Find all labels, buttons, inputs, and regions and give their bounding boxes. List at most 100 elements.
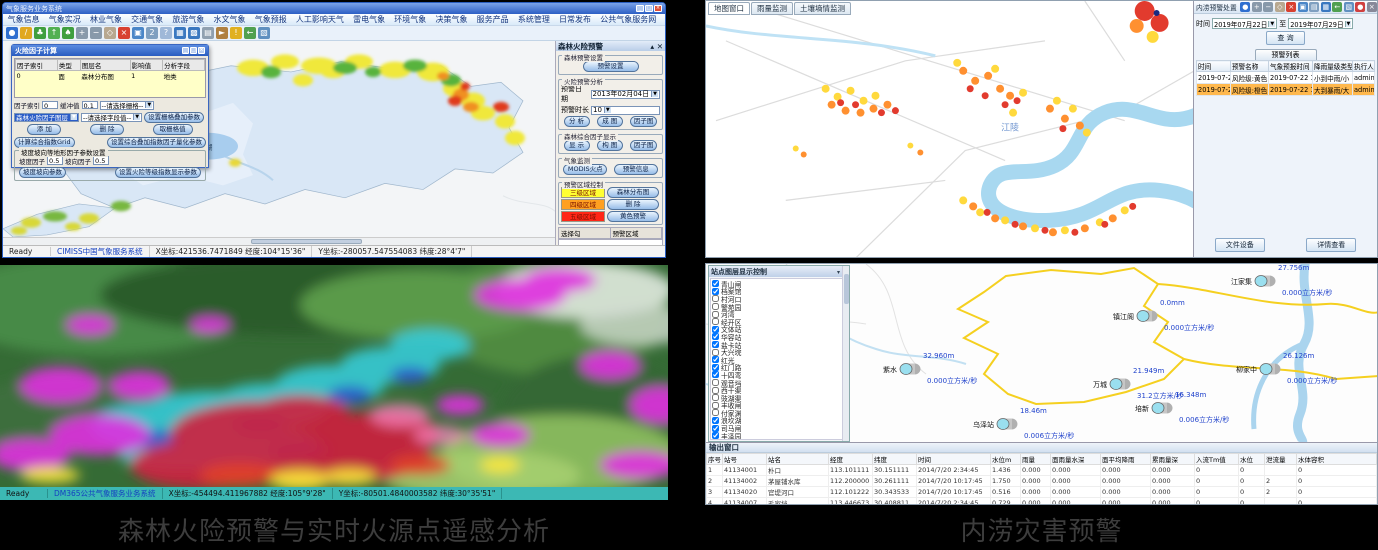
map-edit-icon[interactable]: ▩ [188, 27, 200, 39]
identify-icon[interactable]: ? [160, 27, 172, 39]
panel-collapse-icon[interactable]: ▾ [837, 269, 840, 276]
layer-checkbox[interactable] [712, 409, 719, 416]
field-select[interactable]: --请选择字段值--▼ [81, 113, 142, 122]
zoom-out-icon[interactable]: − [1263, 2, 1273, 12]
warning-row[interactable]: 2019-07-22 1..风险级:黄色..2019-07-22 1..小到中雨… [1197, 72, 1375, 84]
layer-checkbox[interactable] [712, 280, 719, 287]
layer-checkbox[interactable] [712, 333, 719, 340]
menu-item[interactable]: 旅游气象 [168, 14, 209, 26]
warning-date-select[interactable]: 2013年02月04日▼ [591, 90, 661, 99]
menu-item[interactable]: 林业气象 [85, 14, 126, 26]
map-tab[interactable]: 土壤墒情监测 [794, 2, 851, 15]
layer-select[interactable]: 森林火险因子图层▼ [14, 113, 79, 122]
panel-collapse-icon[interactable]: ▴ [650, 42, 654, 51]
menu-item[interactable]: 水文气象 [209, 14, 250, 26]
region-button[interactable]: 森林分布图 [607, 187, 659, 198]
maximize-button[interactable]: □ [645, 5, 653, 12]
add-button[interactable]: 添 加 [27, 124, 61, 135]
map-tab[interactable]: 雨量监测 [751, 2, 793, 15]
layer-checkbox[interactable] [712, 425, 719, 432]
measure-icon[interactable]: / [20, 27, 32, 39]
menu-item[interactable]: 日常发布 [554, 14, 595, 26]
layer-checkbox[interactable] [712, 288, 719, 295]
menu-item[interactable]: 环境气象 [390, 14, 431, 26]
fire-risk-map[interactable]: 长寿湖 [3, 41, 555, 245]
output-row[interactable]: 241134002茅屋铺水库112.20000030.2611112014/7/… [707, 476, 1377, 487]
window-icon[interactable]: ▣ [132, 27, 144, 39]
close-button[interactable]: × [654, 5, 662, 12]
panel-close-icon[interactable]: ✕ [657, 42, 663, 51]
dialog-maximize-button[interactable]: □ [190, 47, 197, 54]
buffer-input[interactable]: 0.1 [82, 101, 98, 110]
factor-table-row[interactable]: 0面森林分布图1地类 [16, 71, 205, 82]
key-icon[interactable]: ! [230, 27, 242, 39]
station-cylinder-icon[interactable] [1259, 363, 1281, 377]
date-to-picker[interactable]: 2019年07月29日▼ [1288, 18, 1353, 29]
page-2-icon[interactable]: 2 [146, 27, 158, 39]
dialog-minimize-button[interactable]: _ [182, 47, 189, 54]
menu-item[interactable]: 决策气象 [431, 14, 472, 26]
print-icon[interactable]: ▤ [202, 27, 214, 39]
menu-item[interactable]: 雷电气象 [349, 14, 390, 26]
analysis-button[interactable]: 成 图 [597, 116, 623, 127]
set-grid-params-button[interactable]: 设置栅格叠加参数 [144, 112, 204, 123]
layer-checkbox[interactable] [712, 341, 719, 348]
output-row[interactable]: 441134007毛家垱113.44667330.4088112014/7/20… [707, 498, 1377, 506]
layer-checkbox[interactable] [712, 432, 719, 439]
set-quant-params-button[interactable]: 设置综合叠加指数因子量化参数 [107, 137, 206, 148]
station-cylinder-icon[interactable] [899, 363, 921, 377]
menu-item[interactable]: 气象预报 [250, 14, 291, 26]
factor-table[interactable]: 因子索引类型图层名影响值分析字段 0面森林分布图1地类 [14, 58, 206, 98]
layer-checkbox[interactable] [712, 356, 719, 363]
pan-icon[interactable]: ◇ [104, 27, 116, 39]
remote-sensing-image[interactable] [0, 265, 668, 487]
page-icon[interactable]: ▤ [1309, 2, 1319, 12]
back-icon[interactable]: ← [1332, 2, 1342, 12]
monitor-button[interactable]: 预警信息 [614, 164, 658, 175]
minimize-button[interactable]: _ [636, 5, 644, 12]
menu-item[interactable]: 气象实况 [44, 14, 85, 26]
zoom-out-icon[interactable]: − [90, 27, 102, 39]
menu-item[interactable]: 系统管理 [513, 14, 554, 26]
forest-up-icon[interactable]: ↑ [48, 27, 60, 39]
station-cylinder-icon[interactable] [1254, 275, 1276, 289]
terrain-params-button[interactable]: 坡度坡向参数 [19, 167, 66, 178]
pan-icon[interactable]: ◇ [1275, 2, 1285, 12]
vehicle-icon[interactable]: ► [216, 27, 228, 39]
delete-icon[interactable]: × [1286, 2, 1296, 12]
station-cylinder-icon[interactable] [1151, 402, 1173, 416]
layer-scrollbar[interactable] [842, 266, 849, 441]
warning-region-list[interactable] [558, 239, 663, 245]
analysis-button[interactable]: 因子图 [630, 116, 658, 127]
factor-display-button[interactable]: 因子图 [630, 140, 658, 151]
region-button[interactable]: 删 除 [607, 199, 659, 210]
query-button[interactable]: 查 询 [1266, 31, 1304, 45]
layer-checkbox[interactable] [712, 326, 719, 333]
dialog-close-button[interactable]: × [198, 47, 205, 54]
map-horizontal-scrollbar[interactable] [3, 237, 555, 245]
forest-select-icon[interactable]: ♠ [62, 27, 74, 39]
get-grid-value-button[interactable]: 取栅格值 [153, 124, 193, 135]
layer-checkbox[interactable] [712, 371, 719, 378]
date-from-picker[interactable]: 2019年07月22日▼ [1212, 18, 1277, 29]
forest-layer-icon[interactable]: ♣ [34, 27, 46, 39]
panel-bottom-button[interactable]: 文件设备 [1215, 238, 1265, 252]
station-cylinder-icon[interactable] [1136, 310, 1158, 324]
map-tab[interactable]: 地图窗口 [708, 2, 750, 15]
warning-setup-button[interactable]: 预警设置 [583, 61, 639, 72]
layer-checkbox[interactable] [712, 295, 719, 302]
layer-checkbox[interactable] [712, 402, 719, 409]
layer-checkbox[interactable] [712, 349, 719, 356]
aspect-input[interactable]: 0.5 [93, 156, 109, 165]
zoom-in-icon[interactable]: + [76, 27, 88, 39]
globe-icon[interactable]: ● [1240, 2, 1250, 12]
delete-button[interactable]: 删 除 [90, 124, 124, 135]
output-row[interactable]: 341134020官堤河口112.10122230.3435332014/7/2… [707, 487, 1377, 498]
menu-item[interactable]: 公共气象服务网 [596, 14, 661, 26]
layer-checkbox[interactable] [712, 318, 719, 325]
display-params-button[interactable]: 设置火险等级指数显示参数 [115, 167, 201, 178]
globe-icon[interactable]: ● [6, 27, 18, 39]
grid-select[interactable]: --请选择栅格--▼ [100, 101, 155, 110]
output-row[interactable]: 141134001朴口113.10111130.1511112014/7/20 … [707, 465, 1377, 476]
analysis-button[interactable]: 分 析 [564, 116, 590, 127]
